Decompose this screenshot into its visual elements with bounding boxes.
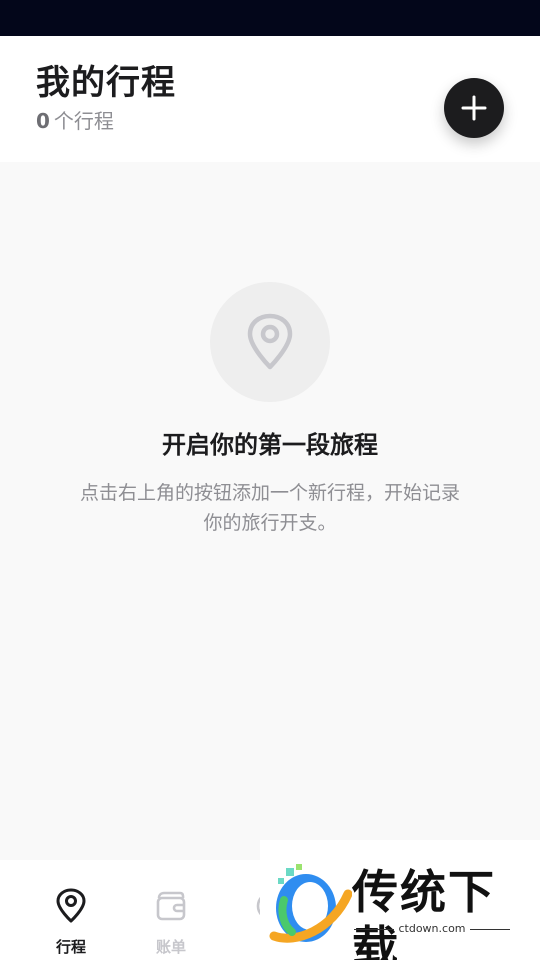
empty-state-description-line1: 点击右上角的按钮添加一个新行程，开始记录 <box>79 482 460 504</box>
trip-count: 0 个行程 <box>36 108 114 134</box>
tab-trips-label: 行程 <box>55 938 86 956</box>
status-bar <box>0 0 540 36</box>
header: 我的行程 0 个行程 <box>0 36 540 162</box>
watermark-url: ctdown.com <box>354 922 510 936</box>
add-trip-button[interactable] <box>444 78 504 138</box>
tab-trips[interactable]: 行程 <box>21 860 121 960</box>
trip-count-suffix: 个行程 <box>53 109 114 133</box>
empty-state-title: 开启你的第一段旅程 <box>162 431 378 459</box>
empty-state-description: 点击右上角的按钮添加一个新行程，开始记录 你的旅行开支。 <box>50 478 490 538</box>
watermark-text: 传统下载 <box>352 865 496 960</box>
plus-icon <box>461 95 487 121</box>
watermark-logo-icon <box>269 864 352 943</box>
watermark-logo: 传统下载 ctdown.com <box>260 840 540 960</box>
tab-bills[interactable]: 账单 <box>121 860 221 960</box>
empty-state-icon-circle <box>210 282 330 402</box>
empty-state-description-line2: 你的旅行开支。 <box>203 512 337 534</box>
tab-bills-label: 账单 <box>155 938 186 956</box>
map-pin-icon <box>56 888 86 923</box>
map-pin-icon <box>247 313 293 370</box>
empty-state: 开启你的第一段旅程 点击右上角的按钮添加一个新行程，开始记录 你的旅行开支。 <box>0 162 540 860</box>
trip-count-number: 0 <box>36 109 50 133</box>
page-title: 我的行程 <box>36 63 176 103</box>
wallet-icon <box>156 891 186 921</box>
